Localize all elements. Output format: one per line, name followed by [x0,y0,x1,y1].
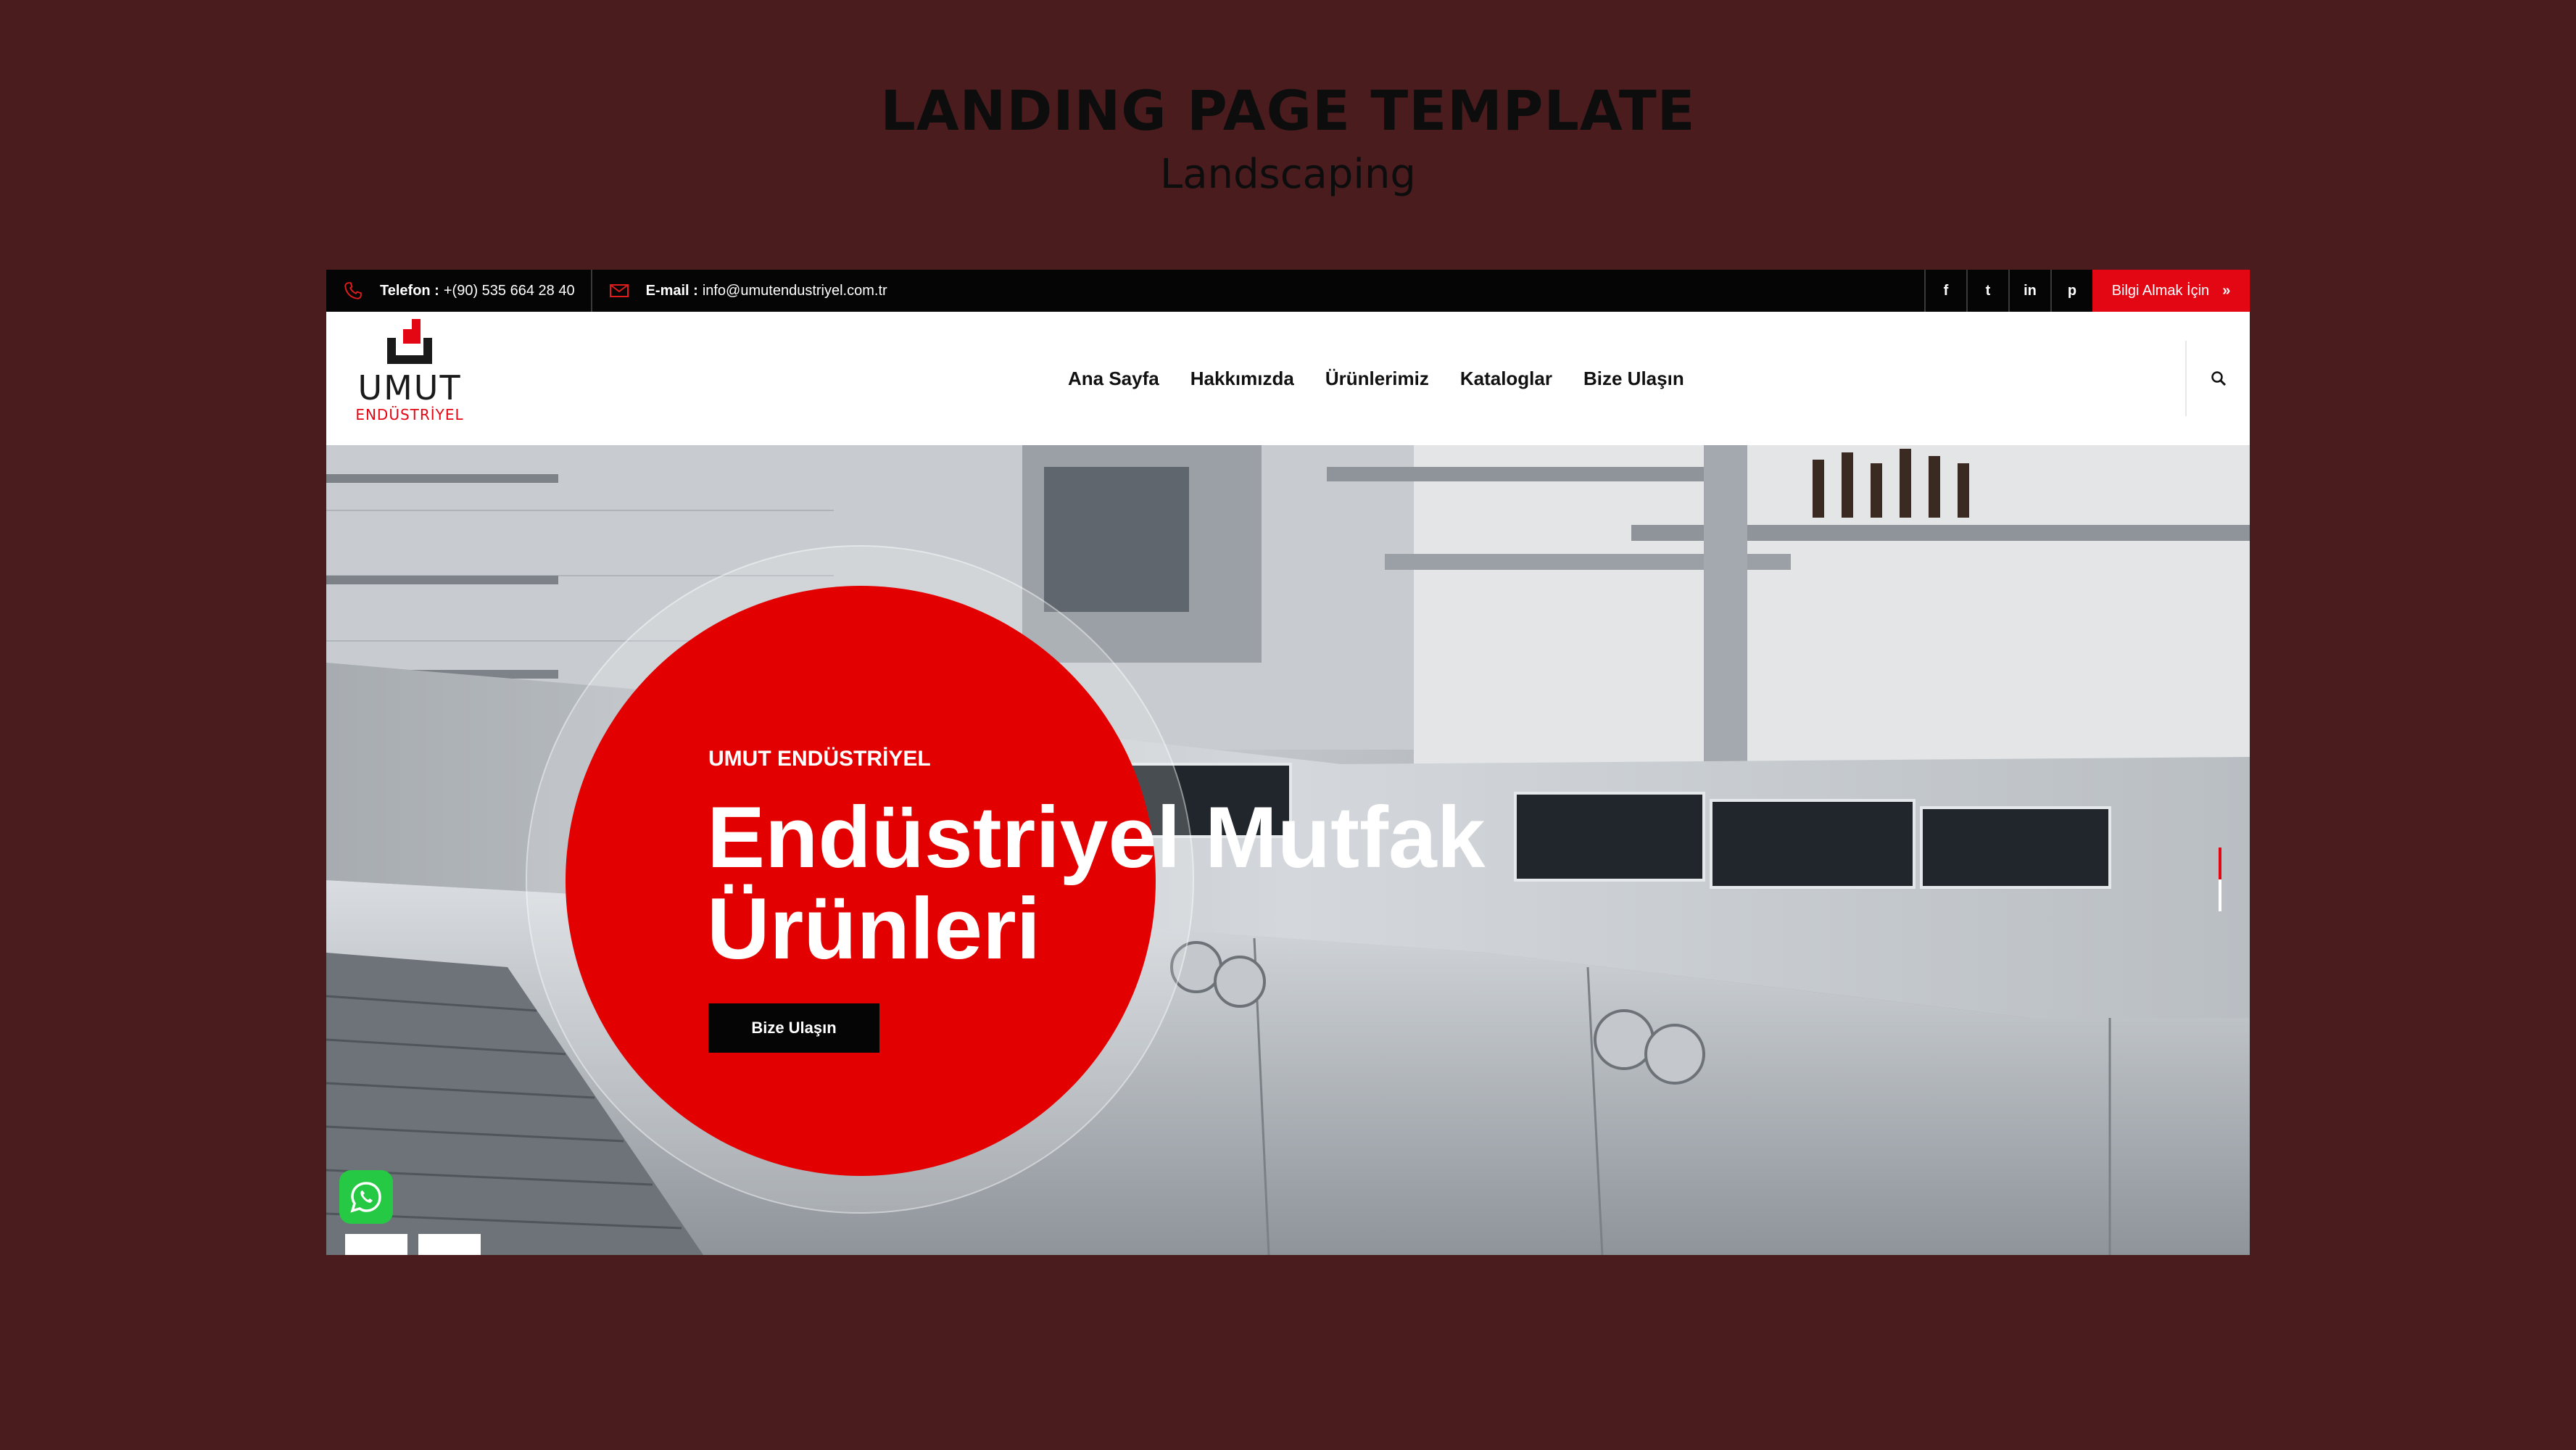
page-subtitle: Landscaping [1160,151,1416,198]
nav-item-hakkimizda[interactable]: Hakkımızda [1190,368,1294,390]
slider-indicator[interactable] [2219,848,2221,911]
nav-item-urunlerimiz[interactable]: Ürünlerimiz [1325,368,1429,390]
slide-thumb-2[interactable] [418,1234,481,1255]
hero-kicker: UMUT ENDÜSTRİYEL [708,747,931,771]
logo-word: UMUT [357,368,462,407]
nav-item-bize-ulasin[interactable]: Bize Ulaşın [1583,368,1684,390]
whatsapp-icon [350,1182,381,1213]
mail-icon [608,280,630,302]
logo-mark-icon [387,319,432,364]
facebook-icon[interactable]: f [1924,270,1966,312]
slider-indicator-active[interactable] [2219,848,2221,879]
phone-icon [342,280,364,302]
twitter-icon[interactable]: t [1966,270,2008,312]
phone-value: +(90) 535 664 28 40 [443,282,575,299]
hero-headline-line1: Endüstriyel Mutfak [707,789,1486,886]
search-icon [2211,371,2226,386]
double-chevron-right-icon: » [2222,282,2231,299]
site-header: UMUT ENDÜSTRİYEL Ana Sayfa Hakkımızda Ür… [326,312,2250,445]
info-cta-button[interactable]: Bilgi Almak İçin » [2092,270,2250,312]
nav-item-ana-sayfa[interactable]: Ana Sayfa [1068,368,1159,390]
search-button[interactable] [2185,341,2250,416]
page-heading: LANDING PAGE TEMPLATE Landscaping [0,76,2576,204]
hero-headline: Endüstriyel Mutfak Ürünleri [707,792,1486,974]
top-bar: Telefon : +(90) 535 664 28 40 E-mail : i… [326,270,2250,312]
main-nav: Ana Sayfa Hakkımızda Ürünlerimiz Katalog… [1068,312,1715,445]
email-value: info@umutendustriyel.com.tr [702,282,887,299]
hero-headline-line2: Ürünleri [707,880,1041,977]
hero-section: UMUT ENDÜSTRİYEL Endüstriyel Mutfak Ürün… [326,445,2250,1255]
email-label: E-mail : [645,282,698,299]
whatsapp-button[interactable] [339,1170,393,1224]
slider-indicator-inactive[interactable] [2219,879,2221,911]
page-title: LANDING PAGE TEMPLATE [880,78,1696,143]
nav-item-kataloglar[interactable]: Kataloglar [1460,368,1552,390]
hero-contact-button[interactable]: Bize Ulaşın [708,1003,879,1053]
pinterest-icon[interactable]: p [2050,270,2092,312]
linkedin-icon[interactable]: in [2008,270,2050,312]
info-cta-label: Bilgi Almak İçin [2111,282,2210,299]
website-mockup: Telefon : +(90) 535 664 28 40 E-mail : i… [326,270,2250,1255]
email-contact[interactable]: E-mail : info@umutendustriyel.com.tr [592,270,903,312]
site-logo[interactable]: UMUT ENDÜSTRİYEL [348,319,471,428]
slide-thumb-1[interactable] [345,1234,407,1255]
phone-contact[interactable]: Telefon : +(90) 535 664 28 40 [326,270,592,312]
logo-sub: ENDÜSTRİYEL [355,406,464,423]
phone-label: Telefon : [380,282,439,299]
